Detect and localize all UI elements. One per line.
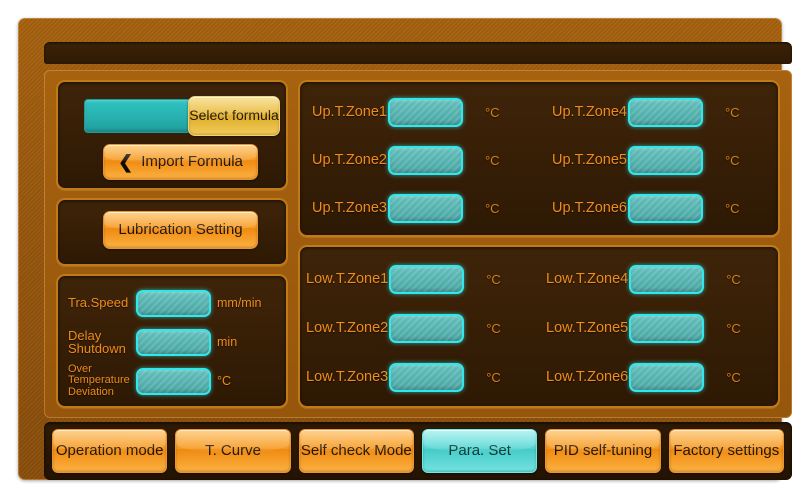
zone-unit: °C xyxy=(484,200,500,216)
up-t-zone1-input[interactable] xyxy=(387,97,463,127)
param-row-tra-speed: Tra.Speed mm/min xyxy=(58,284,290,322)
select-formula-button[interactable]: Select formula xyxy=(188,96,280,136)
formula-panel: Select formula ❮ Import Formula xyxy=(56,80,288,190)
zone-label: Up.T.Zone4 xyxy=(552,104,627,120)
zone-label: Up.T.Zone2 xyxy=(312,152,387,168)
zone-row: Low.T.Zone3 °C xyxy=(306,357,501,397)
zone-unit: °C xyxy=(726,271,741,287)
zone-row: Low.T.Zone2 °C xyxy=(306,308,501,348)
main-workspace: Select formula ❮ Import Formula Lubricat… xyxy=(44,70,792,418)
zone-row: Up.T.Zone5 °C xyxy=(552,140,740,180)
up-t-zone3-input[interactable] xyxy=(387,193,463,223)
zone-label: Low.T.Zone2 xyxy=(306,320,389,336)
param-row-delay-shutdown: Delay Shutdown min xyxy=(58,323,290,361)
zone-label: Low.T.Zone6 xyxy=(546,369,629,385)
upper-temperature-panel: Up.T.Zone1 °C Up.T.Zone2 °C Up.T.Zone3 °… xyxy=(298,80,780,237)
tab-t-curve[interactable]: T. Curve xyxy=(175,429,291,473)
param-unit: min xyxy=(217,335,238,349)
zone-row: Low.T.Zone5 °C xyxy=(546,308,741,348)
low-t-zone3-input[interactable] xyxy=(389,362,465,392)
param-unit: mm/min xyxy=(217,296,262,310)
zone-row: Low.T.Zone6 °C xyxy=(546,357,741,397)
zone-unit: °C xyxy=(486,369,501,385)
zone-row: Up.T.Zone1 °C xyxy=(312,92,500,132)
zone-row: Low.T.Zone4 °C xyxy=(546,259,741,299)
zone-label: Up.T.Zone5 xyxy=(552,152,627,168)
zone-label: Low.T.Zone4 xyxy=(546,271,629,287)
tab-factory-settings[interactable]: Factory settings xyxy=(668,429,784,473)
tab-self-check-mode[interactable]: Self check Mode xyxy=(298,429,414,473)
zone-label: Up.T.Zone6 xyxy=(552,200,627,216)
hmi-device-bezel: Select formula ❮ Import Formula Lubricat… xyxy=(18,18,792,480)
zone-unit: °C xyxy=(484,104,500,120)
top-status-strip xyxy=(44,42,792,64)
low-t-zone6-input[interactable] xyxy=(629,362,705,392)
tab-para-set[interactable]: Para. Set xyxy=(421,429,538,473)
tab-pid-self-tuning[interactable]: PID self-tuning xyxy=(545,429,661,473)
lubrication-panel: Lubrication Setting xyxy=(56,198,288,266)
zone-unit: °C xyxy=(724,104,740,120)
zone-unit: °C xyxy=(484,152,500,168)
zone-label: Up.T.Zone3 xyxy=(312,200,387,216)
zone-unit: °C xyxy=(726,320,741,336)
import-formula-label: Import Formula xyxy=(141,152,243,170)
up-t-zone2-input[interactable] xyxy=(387,145,463,175)
zone-label: Low.T.Zone3 xyxy=(306,369,389,385)
low-t-zone2-input[interactable] xyxy=(389,313,465,343)
tab-operation-mode[interactable]: Operation mode xyxy=(52,429,168,473)
up-t-zone5-input[interactable] xyxy=(627,145,703,175)
zone-unit: °C xyxy=(726,369,741,385)
param-row-over-temp-deviation: Over Temperature Deviation °C xyxy=(58,362,290,400)
low-t-zone5-input[interactable] xyxy=(629,313,705,343)
tra-speed-input[interactable] xyxy=(136,289,211,317)
zone-row: Low.T.Zone1 °C xyxy=(306,259,501,299)
delay-shutdown-input[interactable] xyxy=(136,328,211,356)
machine-parameters-panel: Tra.Speed mm/min Delay Shutdown min Over… xyxy=(56,274,288,408)
low-t-zone1-input[interactable] xyxy=(389,264,465,294)
zone-label: Low.T.Zone5 xyxy=(546,320,629,336)
param-label: Delay Shutdown xyxy=(68,327,126,356)
lubrication-setting-button[interactable]: Lubrication Setting xyxy=(103,211,258,249)
zone-unit: °C xyxy=(724,200,740,216)
import-formula-button[interactable]: ❮ Import Formula xyxy=(103,144,258,180)
param-label: Over Temperature Deviation xyxy=(68,363,130,398)
param-unit: °C xyxy=(217,374,232,388)
zone-unit: °C xyxy=(486,320,501,336)
over-temperature-deviation-input[interactable] xyxy=(136,367,211,395)
zone-row: Up.T.Zone3 °C xyxy=(312,188,500,228)
param-label: Tra.Speed xyxy=(68,295,129,311)
zone-row: Up.T.Zone6 °C xyxy=(552,188,740,228)
lower-temperature-panel: Low.T.Zone1 °C Low.T.Zone2 °C Low.T.Zone… xyxy=(298,245,780,408)
zone-label: Low.T.Zone1 xyxy=(306,271,389,287)
zone-row: Up.T.Zone4 °C xyxy=(552,92,740,132)
up-t-zone6-input[interactable] xyxy=(627,193,703,223)
chevron-left-icon: ❮ xyxy=(118,152,134,172)
low-t-zone4-input[interactable] xyxy=(629,264,705,294)
zone-unit: °C xyxy=(486,271,501,287)
bottom-navigation-bar: Operation mode T. Curve Self check Mode … xyxy=(44,422,792,480)
zone-label: Up.T.Zone1 xyxy=(312,104,387,120)
zone-unit: °C xyxy=(724,152,740,168)
zone-row: Up.T.Zone2 °C xyxy=(312,140,500,180)
up-t-zone4-input[interactable] xyxy=(627,97,703,127)
